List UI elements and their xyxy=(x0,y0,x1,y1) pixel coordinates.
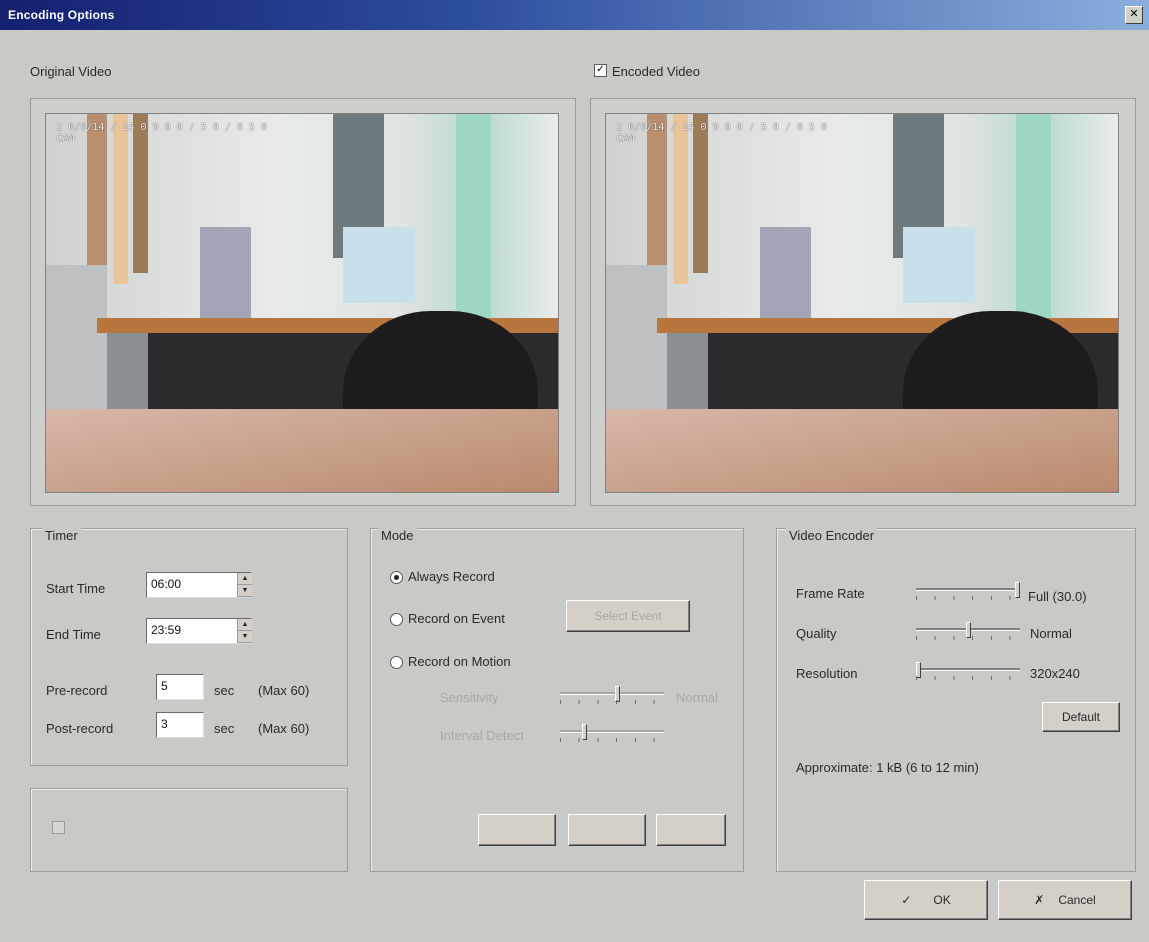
start-time-label: Start Time xyxy=(46,581,106,596)
original-osd-timestamp: 2 0/6/14 / 15 0 9 0 0 / 5 0 / 0 5 0 xyxy=(56,121,267,133)
close-icon[interactable]: ✕ xyxy=(1125,6,1143,24)
original-video-panel: 2 0/6/14 / 15 0 9 0 0 / 5 0 / 0 5 0 CAM xyxy=(30,98,576,506)
video-encoder-group xyxy=(776,528,1136,872)
sensitivity-value: Normal xyxy=(676,690,718,705)
cancel-button[interactable]: ✗ Cancel xyxy=(998,880,1132,920)
mode-button-1[interactable] xyxy=(478,814,556,846)
post-record-label: Post-record xyxy=(46,721,114,736)
encoded-osd-timestamp: 2 0/6/14 / 15 0 9 0 0 / 5 0 / 0 5 0 xyxy=(616,121,827,133)
window-title: Encoding Options xyxy=(8,8,115,22)
default-button[interactable]: Default xyxy=(1042,702,1120,732)
post-record-max: (Max 60) xyxy=(258,721,310,736)
cancel-label: Cancel xyxy=(1058,893,1096,907)
frame-rate-value: Full (30.0) xyxy=(1028,589,1087,604)
title-bar: Encoding Options ✕ xyxy=(0,0,1149,30)
resolution-slider[interactable] xyxy=(916,662,1020,680)
sensitivity-slider[interactable] xyxy=(560,686,664,704)
select-event-button[interactable]: Select Event xyxy=(566,600,690,632)
ok-label: OK xyxy=(933,893,951,907)
ok-button[interactable]: ✓ OK xyxy=(864,880,988,920)
encoded-video-frame: 2 0/6/14 / 15 0 9 0 0 / 5 0 / 0 5 0 CAM xyxy=(605,113,1119,493)
pre-record-max: (Max 60) xyxy=(258,683,310,698)
resolution-value: 320x240 xyxy=(1030,666,1080,681)
mode-button-2[interactable] xyxy=(568,814,646,846)
quality-label: Quality xyxy=(796,626,837,641)
video-encoder-title: Video Encoder xyxy=(786,528,878,543)
encoded-video-panel: 2 0/6/14 / 15 0 9 0 0 / 5 0 / 0 5 0 CAM xyxy=(590,98,1136,506)
always-record-label: Always Record xyxy=(408,569,495,584)
interval-label: Interval Detect xyxy=(440,728,524,743)
encoded-video-checkbox[interactable]: ✓ xyxy=(594,64,607,77)
record-on-event-radio[interactable] xyxy=(390,613,403,626)
lower-left-group xyxy=(30,788,348,872)
original-video-frame: 2 0/6/14 / 15 0 9 0 0 / 5 0 / 0 5 0 CAM xyxy=(45,113,559,493)
interval-slider[interactable] xyxy=(560,724,664,742)
end-time-spinner[interactable]: ▲ ▼ xyxy=(237,619,252,643)
mode-button-3[interactable] xyxy=(656,814,726,846)
start-time-spinner[interactable]: ▲ ▼ xyxy=(237,573,252,597)
encoded-video-label: Encoded Video xyxy=(612,64,700,79)
pre-record-unit: sec xyxy=(214,683,235,698)
cross-icon: ✗ xyxy=(1034,893,1045,907)
encoded-osd-camera: CAM xyxy=(616,132,635,144)
frame-rate-slider[interactable] xyxy=(916,582,1020,600)
pre-record-label: Pre-record xyxy=(46,683,108,698)
approximate-size-text: Approximate: 1 kB (6 to 12 min) xyxy=(796,760,979,775)
quality-slider[interactable] xyxy=(916,622,1020,640)
record-on-event-label: Record on Event xyxy=(408,611,505,626)
post-record-unit: sec xyxy=(214,721,235,736)
sensitivity-label: Sensitivity xyxy=(440,690,499,705)
timer-title: Timer xyxy=(42,528,81,543)
check-icon: ✓ xyxy=(901,893,912,907)
pre-record-input[interactable]: 5 xyxy=(156,674,204,700)
frame-rate-label: Frame Rate xyxy=(796,586,865,601)
mode-title: Mode xyxy=(378,528,417,543)
original-osd-camera: CAM xyxy=(56,132,75,144)
end-time-label: End Time xyxy=(46,627,101,642)
lower-left-checkbox[interactable] xyxy=(52,821,65,834)
always-record-radio[interactable] xyxy=(390,571,403,584)
original-video-label: Original Video xyxy=(30,64,112,79)
quality-value: Normal xyxy=(1030,626,1072,641)
resolution-label: Resolution xyxy=(796,666,858,681)
record-on-motion-label: Record on Motion xyxy=(408,654,511,669)
post-record-input[interactable]: 3 xyxy=(156,712,204,738)
record-on-motion-radio[interactable] xyxy=(390,656,403,669)
